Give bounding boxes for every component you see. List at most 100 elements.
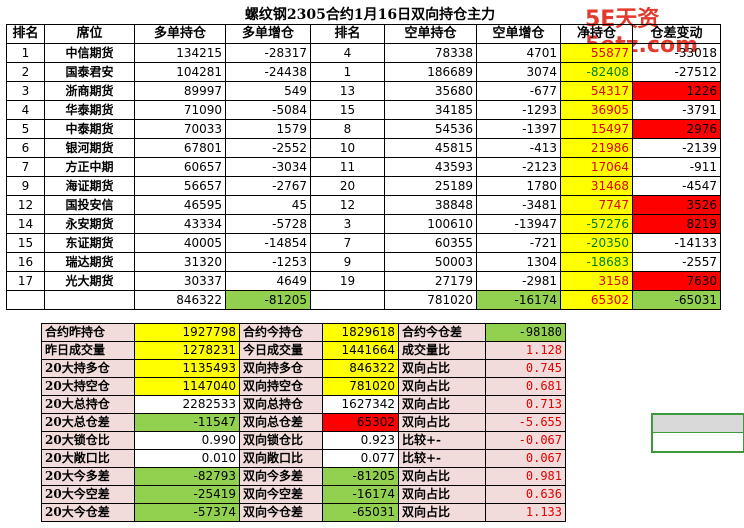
diff-cell: -2557 xyxy=(632,252,721,272)
header-cell: 净持仓 xyxy=(560,24,633,44)
long-change-cell: -24438 xyxy=(225,62,311,82)
summary-value: 846322 xyxy=(322,359,399,378)
summary-row: 20大总仓差 -11547 双向总仓差 65302 双向占比 -5.655 xyxy=(41,413,566,432)
short-rank-cell: 9 xyxy=(310,252,385,272)
summary-value: 1829618 xyxy=(322,323,399,342)
rank-cell: 3 xyxy=(6,81,45,101)
rank-cell: 7 xyxy=(6,157,45,177)
net-cell: 3158 xyxy=(560,271,633,291)
header-cell: 多单持仓 xyxy=(134,24,226,44)
long-change-cell: 4649 xyxy=(225,271,311,291)
short-change-cell: -1397 xyxy=(476,119,561,139)
summary-label: 双向占比 xyxy=(398,359,486,378)
seat-cell: 海证期货 xyxy=(44,176,135,196)
net-cell: -20350 xyxy=(560,233,633,253)
seat-cell: 中信期货 xyxy=(44,43,135,63)
table-row: 12 国投安信 46595 45 12 38848 -3481 7747 3526 xyxy=(6,195,721,215)
summary-label: 合约今持仓 xyxy=(239,323,323,342)
rank-cell: 2 xyxy=(6,62,45,82)
empty-cell xyxy=(6,290,45,310)
summary-value: 1.128 xyxy=(485,341,566,360)
table-row: 14 永安期货 43334 -5728 3 100610 -13947 -57276 8219 xyxy=(6,214,721,234)
summary-label: 双向总持仓 xyxy=(239,395,323,414)
summary-value: -82793 xyxy=(134,467,240,486)
summary-value: -0.067 xyxy=(485,431,566,450)
rank-cell: 4 xyxy=(6,100,45,120)
short-rank-cell: 3 xyxy=(310,214,385,234)
short-cell: 25189 xyxy=(384,176,477,196)
table-row: 6 银河期货 67801 -2552 10 45815 -413 21986 -2139 xyxy=(6,138,721,158)
diff-cell: 3526 xyxy=(632,195,721,215)
summary-value: -5.655 xyxy=(485,413,566,432)
long-cell: 30337 xyxy=(134,271,226,291)
summary-value: 1135493 xyxy=(134,359,240,378)
long-cell: 43334 xyxy=(134,214,226,234)
summary-row: 20大锁仓比 0.990 双向锁仓比 0.923 比较+- -0.067 xyxy=(41,431,566,450)
header-row: 排名 席位 多单持仓 多单增仓 排名 空单持仓 空单增仓 净持仓 仓差变动 xyxy=(6,24,721,44)
summary-value: 0.067 xyxy=(485,449,566,468)
long-cell: 46595 xyxy=(134,195,226,215)
summary-row: 20大持多仓 1135493 双向持多仓 846322 双向占比 0.745 xyxy=(41,359,566,378)
summary-label: 20大今仓差 xyxy=(41,503,135,522)
short-change-cell: 1304 xyxy=(476,252,561,272)
diff-cell: -14133 xyxy=(632,233,721,253)
summary-value: 0.681 xyxy=(485,377,566,396)
long-cell: 104281 xyxy=(134,62,226,82)
table-row: 15 东证期货 40005 -14854 7 60355 -721 -20350 -14133 xyxy=(6,233,721,253)
long-cell: 31320 xyxy=(134,252,226,272)
totals-row: 846322 -81205 781020 -16174 65302 -65031 xyxy=(6,290,721,310)
empty-cell xyxy=(310,290,385,310)
total-short-cell: 781020 xyxy=(384,290,477,310)
table-row: 2 国泰君安 104281 -24438 1 186689 3074 -82408 -27512 xyxy=(6,62,721,82)
short-rank-cell: 8 xyxy=(310,119,385,139)
summary-value: -65031 xyxy=(322,503,399,522)
table-row: 17 光大期货 30337 4649 19 27179 -2981 3158 7630 xyxy=(6,271,721,291)
summary-label: 成交量比 xyxy=(398,341,486,360)
table-row: 9 海证期货 56657 -2767 20 25189 1780 31468 -4547 xyxy=(6,176,721,196)
seat-cell: 永安期货 xyxy=(44,214,135,234)
net-cell: 36905 xyxy=(560,100,633,120)
summary-label: 20大总持仓 xyxy=(41,395,135,414)
summary-value: 0.636 xyxy=(485,485,566,504)
summary-label: 20大敞口比 xyxy=(41,449,135,468)
short-cell: 38848 xyxy=(384,195,477,215)
summary-value: 1927798 xyxy=(134,323,240,342)
selected-cell[interactable] xyxy=(651,413,744,453)
summary-value: 65302 xyxy=(322,413,399,432)
summary-row: 20大总持仓 2282533 双向总持仓 1627342 双向占比 0.713 xyxy=(41,395,566,414)
summary-label: 昨日成交量 xyxy=(41,341,135,360)
summary-label: 20大今多差 xyxy=(41,467,135,486)
total-short-change-cell: -16174 xyxy=(476,290,561,310)
summary-label: 20大今空差 xyxy=(41,485,135,504)
table-row: 7 方正中期 60657 -3034 11 43593 -2123 17064 -911 xyxy=(6,157,721,177)
summary-label: 合约今仓差 xyxy=(398,323,486,342)
short-change-cell: -1293 xyxy=(476,100,561,120)
long-cell: 70033 xyxy=(134,119,226,139)
long-cell: 60657 xyxy=(134,157,226,177)
summary-row: 合约昨持仓 1927798 合约今持仓 1829618 合约今仓差 -98180 xyxy=(41,323,566,342)
short-change-cell: -13947 xyxy=(476,214,561,234)
rank-cell: 9 xyxy=(6,176,45,196)
summary-label: 20大锁仓比 xyxy=(41,431,135,450)
net-cell: 54317 xyxy=(560,81,633,101)
total-diff-cell: -65031 xyxy=(632,290,721,310)
summary-row: 昨日成交量 1278231 今日成交量 1441664 成交量比 1.128 xyxy=(41,341,566,360)
summary-value: 0.077 xyxy=(322,449,399,468)
long-cell: 71090 xyxy=(134,100,226,120)
long-change-cell: 549 xyxy=(225,81,311,101)
short-rank-cell: 12 xyxy=(310,195,385,215)
summary-label: 比较+- xyxy=(398,449,486,468)
summary-label: 双向今空差 xyxy=(239,485,323,504)
table-row: 4 华泰期货 71090 -5084 15 34185 -1293 36905 -3791 xyxy=(6,100,721,120)
total-net-cell: 65302 xyxy=(560,290,633,310)
seat-cell: 中泰期货 xyxy=(44,119,135,139)
short-rank-cell: 13 xyxy=(310,81,385,101)
summary-label: 双向持空仓 xyxy=(239,377,323,396)
short-cell: 45815 xyxy=(384,138,477,158)
total-long-cell: 846322 xyxy=(134,290,226,310)
summary-label: 双向今多差 xyxy=(239,467,323,486)
header-cell: 排名 xyxy=(310,24,385,44)
net-cell: 31468 xyxy=(560,176,633,196)
short-cell: 54536 xyxy=(384,119,477,139)
summary-value: -81205 xyxy=(322,467,399,486)
